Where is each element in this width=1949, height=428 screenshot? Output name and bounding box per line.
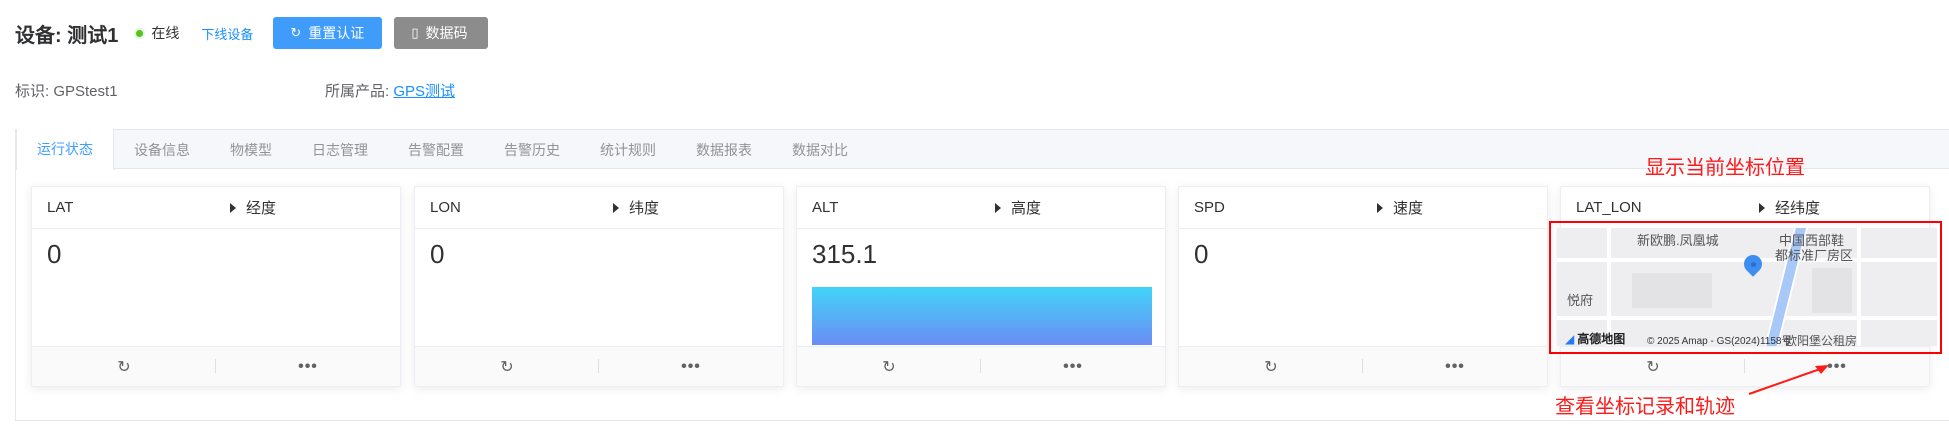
metric-desc-toggle[interactable]: 速度	[1377, 197, 1423, 218]
card-header: LAT 经度	[32, 187, 400, 229]
refresh-icon: ↻	[882, 358, 896, 376]
more-button[interactable]: •••	[216, 358, 400, 376]
identifier-info: 标识: GPStest1	[15, 83, 118, 100]
datacode-button[interactable]: ▯ 数据码	[394, 17, 489, 49]
more-icon: •••	[298, 357, 318, 375]
arrow-line	[1748, 367, 1824, 395]
tab-data-compare[interactable]: 数据对比	[772, 130, 868, 170]
card-footer: ↻ •••	[32, 346, 400, 386]
metric-value: 315.1	[812, 239, 878, 269]
more-icon: •••	[1445, 357, 1465, 375]
refresh-button[interactable]: ↻	[32, 357, 216, 377]
refresh-icon: ↻	[500, 358, 514, 376]
metric-name: ALT	[812, 199, 839, 216]
value-bar	[812, 287, 1152, 345]
annotation-current-position: 显示当前坐标位置	[1645, 157, 1805, 179]
metric-desc: 速度	[1393, 200, 1424, 217]
caret-right-icon	[995, 202, 1001, 213]
tab-log-management[interactable]: 日志管理	[292, 130, 388, 170]
tab-data-report[interactable]: 数据报表	[676, 130, 772, 170]
card-footer: ↻ •••	[415, 346, 783, 386]
metric-card-lat: LAT 经度 0 ↻ •••	[31, 186, 401, 387]
refresh-button[interactable]: ↻	[1561, 357, 1745, 377]
metric-name: LON	[430, 199, 461, 216]
metric-desc: 纬度	[629, 200, 660, 217]
status-badge: 在线	[136, 23, 179, 43]
caret-right-icon	[230, 202, 236, 213]
card-footer: ↻ •••	[797, 346, 1165, 386]
reset-auth-label: 重置认证	[308, 25, 365, 41]
tab-device-info[interactable]: 设备信息	[114, 130, 210, 170]
caret-right-icon	[613, 202, 619, 213]
tablet-icon: ▯	[411, 25, 419, 40]
refresh-button[interactable]: ↻	[415, 357, 599, 377]
more-icon: •••	[1063, 357, 1083, 375]
card-footer: ↻ •••	[1179, 346, 1547, 386]
annotation-arrow	[1748, 365, 1829, 395]
more-button[interactable]: •••	[1363, 358, 1547, 376]
metric-name: LAT_LON	[1576, 199, 1642, 216]
offline-device-link[interactable]: 下线设备	[201, 24, 253, 43]
product-link[interactable]: GPS测试	[393, 83, 455, 100]
online-dot-icon	[136, 29, 144, 37]
refresh-icon: ↻	[117, 358, 131, 376]
metric-value: 0	[1194, 239, 1209, 269]
tab-alarm-history[interactable]: 告警历史	[484, 130, 580, 170]
reset-auth-button[interactable]: ↻ 重置认证	[273, 17, 383, 49]
metric-card-spd: SPD 速度 0 ↻ •••	[1178, 186, 1548, 387]
tab-thing-model[interactable]: 物模型	[210, 130, 292, 170]
caret-right-icon	[1377, 202, 1383, 213]
annotation-track-history: 查看坐标记录和轨迹	[1555, 396, 1735, 418]
metric-desc: 高度	[1011, 200, 1042, 217]
metric-desc-toggle[interactable]: 高度	[995, 197, 1041, 218]
tab-alarm-config[interactable]: 告警配置	[388, 130, 484, 170]
tab-stat-rules[interactable]: 统计规则	[580, 130, 676, 170]
annotation-highlight-box	[1549, 221, 1942, 354]
more-button[interactable]: •••	[981, 358, 1165, 376]
device-header: 设备: 测试1 在线 下线设备 ↻ 重置认证 ▯ 数据码	[15, 16, 500, 50]
datacode-label: 数据码	[425, 25, 468, 41]
metric-name: SPD	[1194, 199, 1225, 216]
refresh-button[interactable]: ↻	[1179, 357, 1363, 377]
metric-desc: 经度	[246, 200, 277, 217]
refresh-button[interactable]: ↻	[797, 357, 981, 377]
refresh-icon: ↻	[1646, 358, 1660, 376]
status-text: 在线	[151, 25, 180, 41]
card-header: LON 纬度	[415, 187, 783, 229]
metric-desc: 经纬度	[1775, 200, 1821, 217]
refresh-icon: ↻	[290, 25, 302, 40]
metric-card-alt: ALT 高度 315.1 ↻ •••	[796, 186, 1166, 387]
metric-card-lon: LON 纬度 0 ↻ •••	[414, 186, 784, 387]
metric-desc-toggle[interactable]: 经纬度	[1759, 197, 1820, 218]
metric-desc-toggle[interactable]: 经度	[230, 197, 276, 218]
card-header: SPD 速度	[1179, 187, 1547, 229]
more-icon: •••	[681, 357, 701, 375]
card-header: ALT 高度	[797, 187, 1165, 229]
caret-right-icon	[1759, 202, 1765, 213]
page-title: 设备: 测试1	[15, 24, 119, 47]
product-info: 所属产品: GPS测试	[325, 80, 455, 101]
product-label: 所属产品:	[325, 83, 394, 100]
metric-value: 0	[47, 239, 62, 269]
metric-name: LAT	[47, 199, 74, 216]
more-button[interactable]: •••	[599, 358, 783, 376]
tab-run-status[interactable]: 运行状态	[16, 129, 114, 170]
refresh-icon: ↻	[1264, 358, 1278, 376]
metric-desc-toggle[interactable]: 纬度	[613, 197, 659, 218]
metric-value: 0	[430, 239, 445, 269]
